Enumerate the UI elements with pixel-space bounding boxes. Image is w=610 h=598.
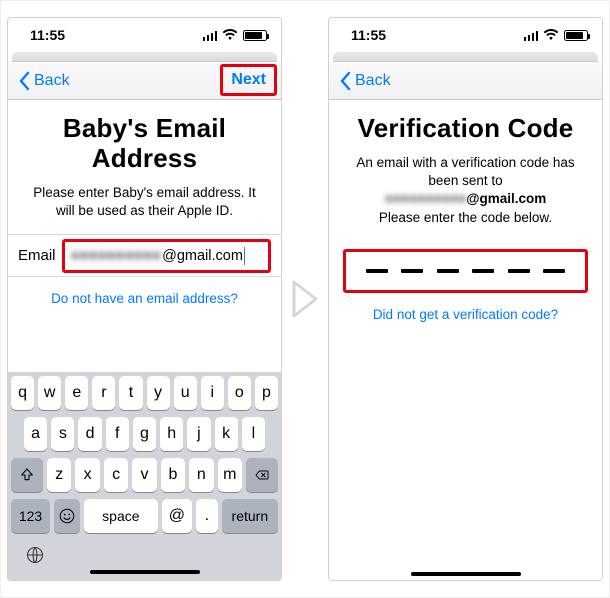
key-y[interactable]: y (147, 376, 170, 410)
key-h[interactable]: h (160, 417, 183, 451)
email-input[interactable]: ■■■■■■■■■■ @gmail.com (62, 239, 271, 273)
chevron-left-icon (18, 71, 32, 91)
wifi-icon (543, 29, 559, 41)
key-g[interactable]: g (133, 417, 156, 451)
email-label: Email (18, 247, 56, 264)
back-label: Back (355, 72, 391, 90)
key-k[interactable]: k (215, 417, 238, 451)
key-i[interactable]: i (201, 376, 224, 410)
home-indicator[interactable] (411, 572, 521, 576)
code-digit (437, 269, 459, 273)
globe-icon[interactable] (25, 545, 45, 565)
nav-bar: Back (329, 62, 602, 100)
chevron-left-icon (339, 71, 353, 91)
dot-key[interactable]: . (196, 499, 218, 533)
flow-arrow-icon (282, 274, 328, 324)
phone-right: 11:55 Back Verification Code An email wi… (328, 17, 603, 581)
home-indicator[interactable] (90, 570, 200, 574)
key-l[interactable]: l (242, 417, 265, 451)
email-domain: @gmail.com (162, 248, 243, 264)
key-p[interactable]: p (255, 376, 278, 410)
key-x[interactable]: x (75, 458, 99, 492)
space-key[interactable]: space (84, 499, 158, 533)
return-key[interactable]: return (222, 499, 278, 533)
desc-line2: Please enter the code below. (379, 210, 552, 225)
key-d[interactable]: d (78, 417, 101, 451)
at-key[interactable]: @ (162, 499, 192, 533)
key-q[interactable]: q (11, 376, 34, 410)
keyboard: qwertyuiop asdfghjkl zxcvbnm 123 (8, 372, 281, 580)
numbers-key[interactable]: 123 (11, 499, 50, 533)
code-digit (472, 269, 494, 273)
content-area: Baby's Email Address Please enter Baby's… (8, 100, 281, 580)
emoji-icon (58, 507, 76, 525)
shift-icon (19, 467, 35, 483)
page-title: Verification Code (341, 114, 590, 144)
status-bar: 11:55 (329, 18, 602, 52)
no-email-link[interactable]: Do not have an email address? (8, 291, 281, 306)
no-code-link[interactable]: Did not get a verification code? (329, 307, 602, 322)
status-bar: 11:55 (8, 18, 281, 52)
status-indicators (203, 29, 268, 41)
code-digit (401, 269, 423, 273)
key-v[interactable]: v (132, 458, 156, 492)
sheet-grabber (12, 52, 277, 62)
key-w[interactable]: w (38, 376, 61, 410)
battery-icon (564, 30, 588, 41)
content-area: Verification Code An email with a verifi… (329, 100, 602, 580)
shift-key[interactable] (11, 458, 43, 492)
key-o[interactable]: o (228, 376, 251, 410)
status-indicators (524, 29, 589, 41)
text-caret (244, 247, 246, 265)
key-b[interactable]: b (161, 458, 185, 492)
key-a[interactable]: a (24, 417, 47, 451)
key-r[interactable]: r (92, 376, 115, 410)
emoji-key[interactable] (54, 499, 80, 533)
page-description: Please enter Baby's email address. It wi… (8, 184, 281, 220)
desc-email-obscured: ■■■■■■■■■■ (385, 191, 467, 206)
back-label: Back (34, 72, 70, 90)
phone-left: 11:55 Back Next (7, 17, 282, 581)
cellular-icon (524, 30, 539, 41)
key-t[interactable]: t (119, 376, 142, 410)
code-input[interactable] (343, 249, 588, 293)
next-button[interactable]: Next (220, 64, 277, 96)
sheet-grabber (333, 52, 598, 62)
backspace-key[interactable] (246, 458, 278, 492)
backspace-icon (254, 467, 270, 483)
email-obscured: ■■■■■■■■■■ (71, 248, 162, 264)
key-f[interactable]: f (106, 417, 129, 451)
battery-icon (243, 30, 267, 41)
key-n[interactable]: n (189, 458, 213, 492)
nav-bar: Back Next (8, 62, 281, 100)
page-description: An email with a verification code has be… (329, 154, 602, 227)
status-time: 11:55 (351, 27, 386, 43)
key-s[interactable]: s (51, 417, 74, 451)
key-e[interactable]: e (65, 376, 88, 410)
key-z[interactable]: z (47, 458, 71, 492)
next-label: Next (231, 71, 266, 88)
code-digit (508, 269, 530, 273)
key-m[interactable]: m (218, 458, 242, 492)
code-digit (543, 269, 565, 273)
key-j[interactable]: j (187, 417, 210, 451)
desc-email-domain: @gmail.com (466, 191, 546, 206)
back-button[interactable]: Back (335, 67, 395, 95)
code-digit (366, 269, 388, 273)
key-u[interactable]: u (174, 376, 197, 410)
wifi-icon (222, 29, 238, 41)
status-time: 11:55 (30, 27, 65, 43)
key-c[interactable]: c (104, 458, 128, 492)
desc-line1: An email with a verification code has be… (356, 155, 574, 188)
email-row: Email ■■■■■■■■■■ @gmail.com (8, 234, 281, 277)
back-button[interactable]: Back (14, 67, 74, 95)
cellular-icon (203, 30, 218, 41)
page-title: Baby's Email Address (20, 114, 269, 174)
